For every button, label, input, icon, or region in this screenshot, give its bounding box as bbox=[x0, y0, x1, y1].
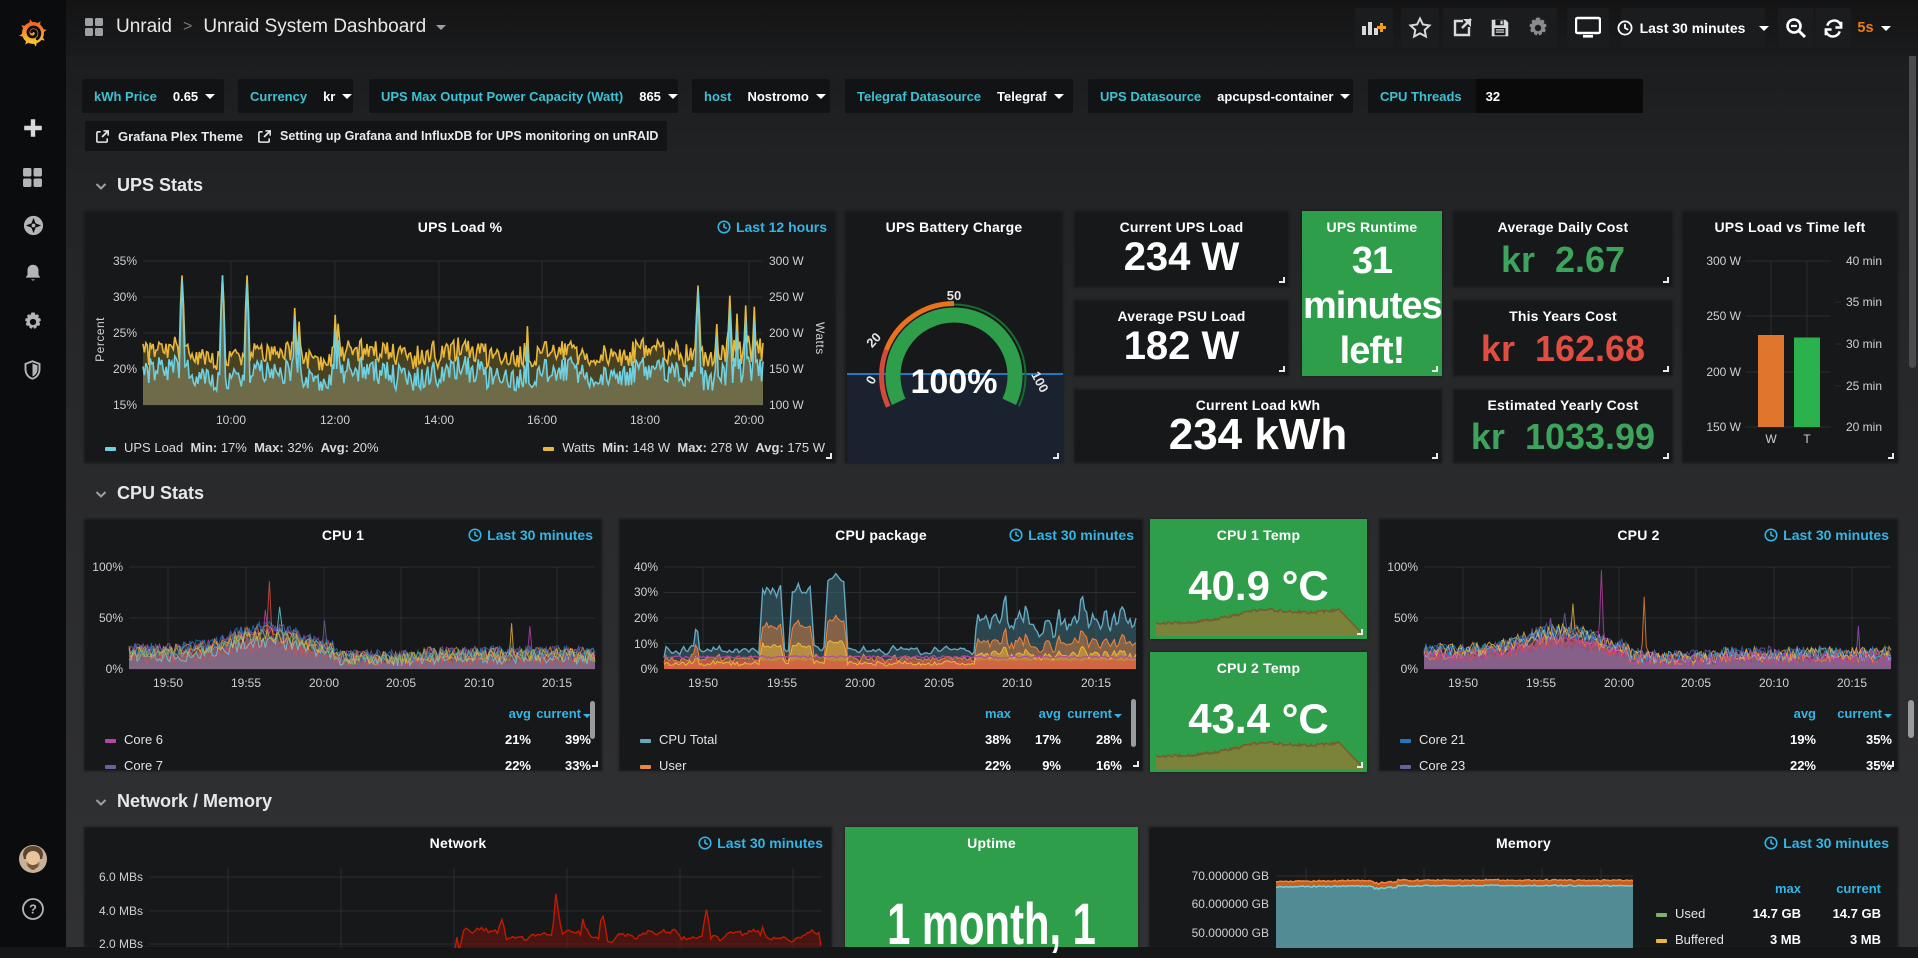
svg-text:2.0 MBs: 2.0 MBs bbox=[99, 937, 143, 948]
svg-text:20:00: 20:00 bbox=[1604, 676, 1634, 690]
svg-text:30%: 30% bbox=[634, 585, 658, 599]
svg-text:19:50: 19:50 bbox=[1448, 676, 1478, 690]
svg-text:20:15: 20:15 bbox=[542, 676, 572, 690]
svg-text:0%: 0% bbox=[1401, 662, 1419, 676]
svg-text:40%: 40% bbox=[634, 560, 658, 574]
svg-text:20:10: 20:10 bbox=[1002, 676, 1032, 690]
svg-text:20:10: 20:10 bbox=[1759, 676, 1789, 690]
svg-text:20%: 20% bbox=[634, 611, 658, 625]
svg-text:20:05: 20:05 bbox=[924, 676, 954, 690]
svg-text:20:05: 20:05 bbox=[386, 676, 416, 690]
svg-text:60.000000 GB: 60.000000 GB bbox=[1192, 897, 1269, 911]
svg-text:0%: 0% bbox=[106, 662, 124, 676]
svg-text:50%: 50% bbox=[99, 611, 123, 625]
svg-text:70.000000 GB: 70.000000 GB bbox=[1192, 869, 1269, 883]
svg-text:20:00: 20:00 bbox=[845, 676, 875, 690]
svg-text:50.000000 GB: 50.000000 GB bbox=[1192, 926, 1269, 940]
svg-text:0%: 0% bbox=[641, 662, 659, 676]
svg-text:19:55: 19:55 bbox=[1526, 676, 1556, 690]
svg-text:40 min: 40 min bbox=[1846, 254, 1882, 268]
svg-text:20:15: 20:15 bbox=[1081, 676, 1111, 690]
svg-text:19:50: 19:50 bbox=[153, 676, 183, 690]
svg-text:100%: 100% bbox=[92, 560, 123, 574]
svg-text:50: 50 bbox=[947, 288, 961, 303]
svg-text:T: T bbox=[1803, 432, 1811, 446]
svg-text:20:05: 20:05 bbox=[1681, 676, 1711, 690]
svg-text:200 W: 200 W bbox=[1706, 365, 1741, 379]
svg-text:20 min: 20 min bbox=[1846, 420, 1882, 434]
svg-text:300 W: 300 W bbox=[1706, 254, 1741, 268]
svg-text:30 min: 30 min bbox=[1846, 337, 1882, 351]
svg-text:150 W: 150 W bbox=[1706, 420, 1741, 434]
svg-text:19:50: 19:50 bbox=[688, 676, 718, 690]
svg-text:20: 20 bbox=[863, 330, 884, 351]
svg-text:100%: 100% bbox=[911, 363, 998, 401]
svg-text:25 min: 25 min bbox=[1846, 379, 1882, 393]
svg-text:20:10: 20:10 bbox=[464, 676, 494, 690]
svg-text:250 W: 250 W bbox=[1706, 309, 1741, 323]
svg-text:100%: 100% bbox=[1387, 560, 1418, 574]
svg-text:?: ? bbox=[29, 902, 37, 917]
svg-text:10%: 10% bbox=[634, 637, 658, 651]
svg-text:19:55: 19:55 bbox=[231, 676, 261, 690]
svg-text:35 min: 35 min bbox=[1846, 295, 1882, 309]
svg-text:W: W bbox=[1765, 432, 1777, 446]
svg-text:6.0 MBs: 6.0 MBs bbox=[99, 870, 143, 884]
svg-text:4.0 MBs: 4.0 MBs bbox=[99, 904, 143, 918]
svg-text:20:15: 20:15 bbox=[1837, 676, 1867, 690]
svg-text:20:00: 20:00 bbox=[309, 676, 339, 690]
svg-text:50%: 50% bbox=[1394, 611, 1418, 625]
svg-text:19:55: 19:55 bbox=[767, 676, 797, 690]
